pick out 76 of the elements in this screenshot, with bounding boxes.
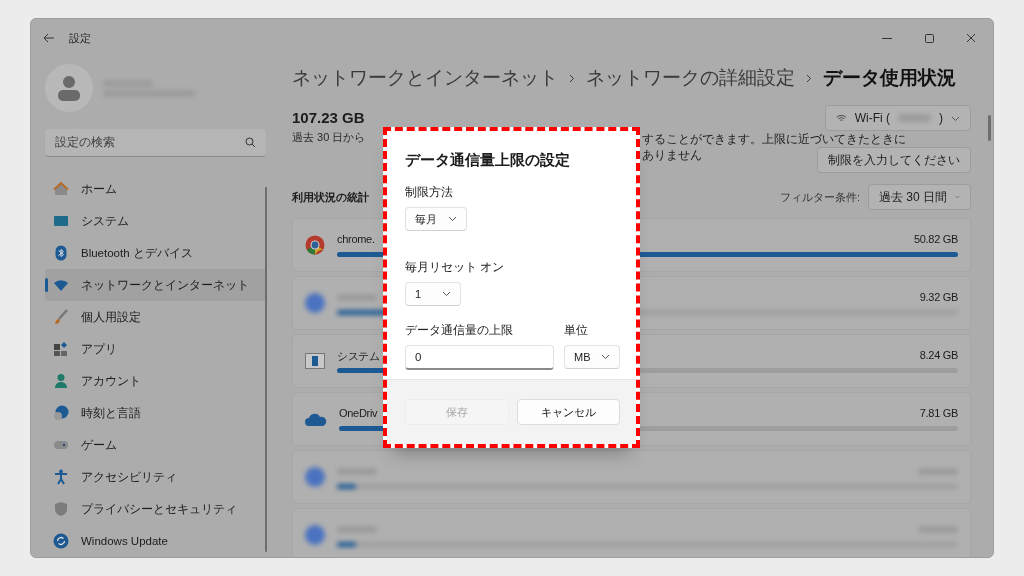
field-label: 制限方法: [405, 184, 454, 201]
sidebar-item[interactable]: Bluetooth とデバイス: [45, 237, 266, 269]
chevron-down-icon: [955, 194, 960, 200]
chevron-down-icon: [442, 291, 451, 297]
refresh-icon: [53, 533, 69, 549]
notice-text: することができます。上限に近づいてきたときに: [642, 132, 906, 146]
sidebar-item[interactable]: 時刻と言語: [45, 397, 266, 429]
sidebar-item[interactable]: アカウント: [45, 365, 266, 397]
apps-icon: [53, 341, 69, 357]
field-label: 単位: [564, 322, 589, 339]
app-name: システム: [337, 349, 380, 364]
field-label: データ通信量の上限: [405, 322, 514, 339]
section-title: 利用状況の統計: [292, 189, 369, 205]
usage-amount: 9.32 GB: [919, 291, 958, 305]
network-dropdown[interactable]: Wi-Fi ( ): [825, 105, 971, 131]
close-icon[interactable]: [966, 33, 976, 43]
breadcrumb-link[interactable]: ネットワークとインターネット: [292, 65, 558, 91]
dialog-button[interactable]: キャンセル: [516, 399, 620, 425]
house-icon: [53, 181, 69, 197]
wifi-icon: [53, 277, 69, 293]
scrollbar[interactable]: [265, 187, 267, 552]
wifi-icon: [836, 113, 847, 123]
sidebar-item[interactable]: アプリ: [45, 333, 266, 365]
clock-globe-icon: [53, 405, 69, 421]
search-field[interactable]: 設定の検索: [45, 129, 266, 157]
monitor-icon: [53, 213, 69, 229]
cloud-icon: [305, 412, 327, 426]
sidebar-item[interactable]: 個人用設定: [45, 301, 266, 333]
sidebar-item[interactable]: ホーム: [45, 173, 266, 205]
sidebar-item[interactable]: アクセシビリティ: [45, 461, 266, 493]
scrollbar[interactable]: [988, 115, 991, 141]
usage-amount: 7.81 GB: [919, 407, 958, 421]
blurred-icon: [305, 467, 325, 487]
filter-dropdown[interactable]: 過去 30 日間: [868, 184, 971, 210]
sidebar-item[interactable]: ネットワークとインターネット: [45, 269, 266, 301]
field-label: 毎月リセット オン: [405, 259, 506, 276]
window-title: 設定: [69, 30, 92, 46]
method-dropdown[interactable]: 毎月: [405, 207, 467, 231]
blurred-icon: [305, 525, 325, 545]
dialog-title: データ通信量上限の設定: [405, 151, 571, 170]
bluetooth-icon: [53, 245, 69, 261]
accessibility-icon: [53, 469, 69, 485]
sidebar-item[interactable]: ゲーム: [45, 429, 266, 461]
total-usage: 107.23 GB: [292, 109, 366, 126]
chevron-down-icon: [951, 116, 960, 122]
app-name: chrome.: [337, 233, 375, 247]
app-name: OneDriv: [339, 407, 378, 421]
page-title: データ使用状況: [823, 66, 956, 90]
limit-button[interactable]: 制限を入力してください: [817, 147, 971, 173]
reset-day-dropdown[interactable]: 1: [405, 282, 461, 306]
usage-amount: 50.82 GB: [913, 233, 958, 247]
unit-dropdown[interactable]: MB: [564, 345, 620, 369]
chevron-right-icon: [569, 73, 575, 83]
chevron-down-icon: [448, 216, 457, 222]
sidebar-item[interactable]: システム: [45, 205, 266, 237]
filter-label: フィルター条件:: [779, 189, 860, 205]
usage-period: 過去 30 日から: [292, 130, 366, 145]
sidebar-item[interactable]: プライバシーとセキュリティ: [45, 493, 266, 525]
brush-icon: [53, 309, 69, 325]
chevron-down-icon: [601, 354, 610, 360]
limit-input[interactable]: 0: [405, 345, 554, 370]
breadcrumb-link[interactable]: ネットワークの詳細設定: [586, 65, 795, 91]
shield-icon: [53, 501, 69, 517]
search-icon: [245, 137, 256, 148]
person-icon: [53, 373, 69, 389]
sidebar-item[interactable]: Windows Update: [45, 525, 266, 557]
blurred-icon: [305, 293, 325, 313]
avatar: [45, 64, 93, 112]
notice-text: ありません: [642, 148, 702, 162]
minimize-icon[interactable]: [882, 37, 892, 39]
window-icon: [305, 353, 325, 369]
chrome-icon: [305, 235, 325, 255]
usage-amount: 8.24 GB: [919, 349, 958, 363]
back-arrow-icon[interactable]: [43, 33, 55, 43]
chevron-right-icon: [806, 73, 812, 83]
maximize-icon[interactable]: [924, 33, 934, 43]
